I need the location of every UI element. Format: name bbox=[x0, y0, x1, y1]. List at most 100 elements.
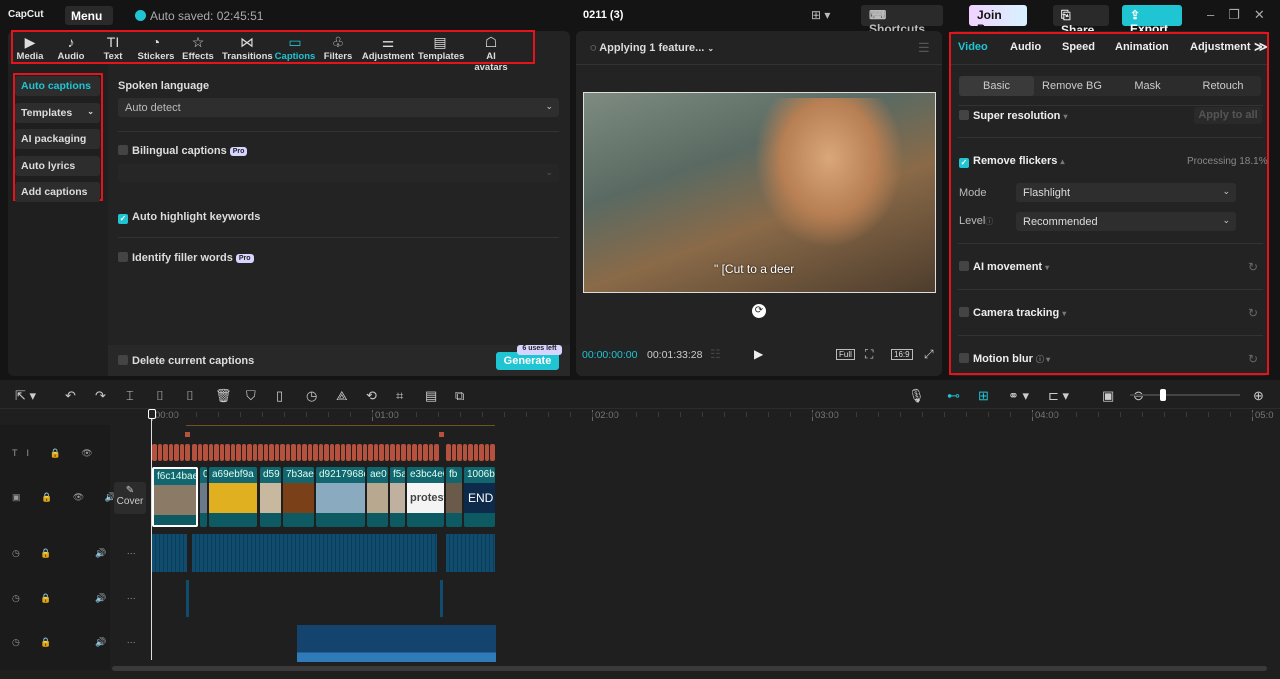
zoom-in-icon[interactable]: ⊕ bbox=[1253, 388, 1264, 404]
caption-segment[interactable] bbox=[225, 444, 230, 461]
toolbar-templates[interactable]: ▤ Templates bbox=[418, 34, 464, 62]
caption-segment[interactable] bbox=[219, 444, 224, 461]
subtab-basic[interactable]: Basic bbox=[959, 76, 1034, 96]
caption-segment[interactable] bbox=[214, 444, 219, 461]
nav-add-captions[interactable]: Add captions bbox=[15, 182, 100, 202]
caption-segment[interactable] bbox=[446, 444, 451, 461]
cover-button[interactable]: ✎ Cover bbox=[114, 482, 146, 514]
nav-auto-captions[interactable]: Auto captions bbox=[15, 76, 100, 96]
caption-segment[interactable] bbox=[412, 444, 417, 461]
caption-segment[interactable] bbox=[457, 444, 462, 461]
caption-segment[interactable] bbox=[230, 444, 235, 461]
select-icon[interactable]: ⇱ ▾ bbox=[15, 388, 36, 404]
marker[interactable] bbox=[439, 432, 444, 437]
reset-icon[interactable]: ↻ bbox=[1248, 260, 1258, 274]
video-clip[interactable]: 7b3aec bbox=[283, 467, 314, 527]
playhead[interactable] bbox=[151, 410, 152, 660]
spoken-language-select[interactable]: Auto detect ⌄ bbox=[118, 98, 559, 117]
magnet-icon[interactable]: ⊷ bbox=[947, 388, 960, 404]
fullscreen-icon[interactable]: ⤢ bbox=[924, 347, 934, 362]
caption-segment[interactable] bbox=[285, 444, 290, 461]
caption-segment[interactable] bbox=[468, 444, 473, 461]
preview-axis-icon[interactable]: ⊏ ▾ bbox=[1048, 388, 1069, 404]
caption-segment[interactable] bbox=[174, 444, 179, 461]
bilingual-captions-checkbox[interactable]: Bilingual captions Pro bbox=[118, 145, 248, 157]
caption-segment[interactable] bbox=[269, 444, 274, 461]
caption-segment[interactable] bbox=[351, 444, 356, 461]
zoom-slider[interactable] bbox=[1130, 389, 1240, 401]
split-icon[interactable]: ⌶ bbox=[126, 388, 134, 404]
caption-segment[interactable] bbox=[473, 444, 478, 461]
caption-segment[interactable] bbox=[484, 444, 489, 461]
caption-segment[interactable] bbox=[434, 444, 439, 461]
caption-segment[interactable] bbox=[479, 444, 484, 461]
shortcuts-button[interactable]: ⌨ Shortcuts bbox=[861, 5, 943, 36]
reverse-icon[interactable]: ◷ bbox=[306, 388, 317, 404]
aspect-ratio-button[interactable]: 16:9 bbox=[891, 349, 913, 360]
play-button[interactable]: ▶ bbox=[754, 347, 763, 361]
caption-segment[interactable] bbox=[179, 444, 184, 461]
video-clip[interactable]: ae0 bbox=[367, 467, 388, 527]
caption-segment[interactable] bbox=[384, 444, 389, 461]
caption-segment[interactable] bbox=[157, 444, 162, 461]
subtab-mask[interactable]: Mask bbox=[1110, 76, 1185, 96]
caption-segment[interactable] bbox=[302, 444, 307, 461]
subtab-remove-bg[interactable]: Remove BG bbox=[1035, 76, 1110, 96]
apply-status[interactable]: ◌ Applying 1 feature... ⌄ bbox=[590, 42, 714, 54]
video-preview[interactable]: " [Cut to a deer bbox=[583, 92, 936, 293]
remove-flickers-checkbox[interactable]: ✓ Remove flickers ▴ bbox=[959, 155, 1064, 168]
caption-segment[interactable] bbox=[324, 444, 329, 461]
toolbar-filters[interactable]: ♧ Filters bbox=[316, 34, 360, 62]
tab-video[interactable]: Video bbox=[958, 41, 988, 53]
caption-segment[interactable] bbox=[258, 444, 263, 461]
zoom-fit-icon[interactable]: ⛶ bbox=[865, 347, 873, 362]
subtab-retouch[interactable]: Retouch bbox=[1186, 76, 1261, 96]
caption-segment[interactable] bbox=[379, 444, 384, 461]
zoom-slider-handle[interactable] bbox=[1160, 389, 1166, 401]
delete-captions-checkbox[interactable]: Delete current captions bbox=[118, 355, 254, 367]
caption-segment[interactable] bbox=[340, 444, 345, 461]
caption-segment[interactable] bbox=[241, 444, 246, 461]
caption-segment[interactable] bbox=[163, 444, 168, 461]
menu-button[interactable]: Menu ⌄ bbox=[65, 6, 113, 36]
caption-segment[interactable] bbox=[368, 444, 373, 461]
toolbar-ai-avatars[interactable]: ☖ AI avatars bbox=[469, 34, 513, 73]
super-resolution-checkbox[interactable]: Super resolution ▾ bbox=[959, 110, 1067, 122]
auto-reframe-icon[interactable]: ▤ bbox=[425, 388, 437, 404]
grid-icon[interactable]: ☷ bbox=[710, 347, 721, 361]
caption-segment[interactable] bbox=[152, 444, 157, 461]
audio-clip[interactable] bbox=[297, 625, 496, 662]
caption-segment[interactable] bbox=[247, 444, 252, 461]
caption-segment[interactable] bbox=[451, 444, 456, 461]
caption-segment[interactable] bbox=[291, 444, 296, 461]
join-pro-button[interactable]: Join Pro bbox=[969, 5, 1027, 36]
caption-segment[interactable] bbox=[252, 444, 257, 461]
more-tabs-icon[interactable]: ≫ bbox=[1254, 39, 1268, 55]
crop-icon[interactable]: ⌗ bbox=[396, 388, 403, 404]
split-right-icon[interactable]: ⌷ bbox=[186, 388, 194, 404]
caption-segment[interactable] bbox=[263, 444, 268, 461]
layout-icon[interactable]: ⊞ ▾ bbox=[811, 8, 830, 22]
zoom-out-icon[interactable]: ⊖ bbox=[1133, 388, 1144, 404]
caption-segment[interactable] bbox=[313, 444, 318, 461]
tab-animation[interactable]: Animation bbox=[1115, 41, 1169, 53]
caption-segment[interactable] bbox=[192, 444, 197, 461]
toolbar-transitions[interactable]: ⋈ Transitions bbox=[222, 34, 273, 62]
caption-segment[interactable] bbox=[185, 444, 190, 461]
playhead-handle[interactable] bbox=[148, 409, 156, 419]
video-clip[interactable]: f5a bbox=[390, 467, 405, 527]
delete-icon[interactable]: 🗑 bbox=[215, 388, 232, 404]
caption-segment[interactable] bbox=[401, 444, 406, 461]
caption-segment[interactable] bbox=[274, 444, 279, 461]
caption-segment[interactable] bbox=[168, 444, 173, 461]
caption-segment[interactable] bbox=[406, 444, 411, 461]
caption-segment[interactable] bbox=[423, 444, 428, 461]
caption-segment[interactable] bbox=[346, 444, 351, 461]
video-clip[interactable]: 1006b7 END bbox=[464, 467, 495, 527]
help-icon[interactable]: ⓘ bbox=[985, 217, 993, 226]
redo-icon[interactable]: ↷ bbox=[95, 388, 106, 404]
export-button[interactable]: ⇪ Export bbox=[1122, 5, 1182, 36]
audio-clip[interactable] bbox=[186, 580, 189, 617]
tab-audio[interactable]: Audio bbox=[1010, 41, 1041, 53]
caption-segment[interactable] bbox=[373, 444, 378, 461]
